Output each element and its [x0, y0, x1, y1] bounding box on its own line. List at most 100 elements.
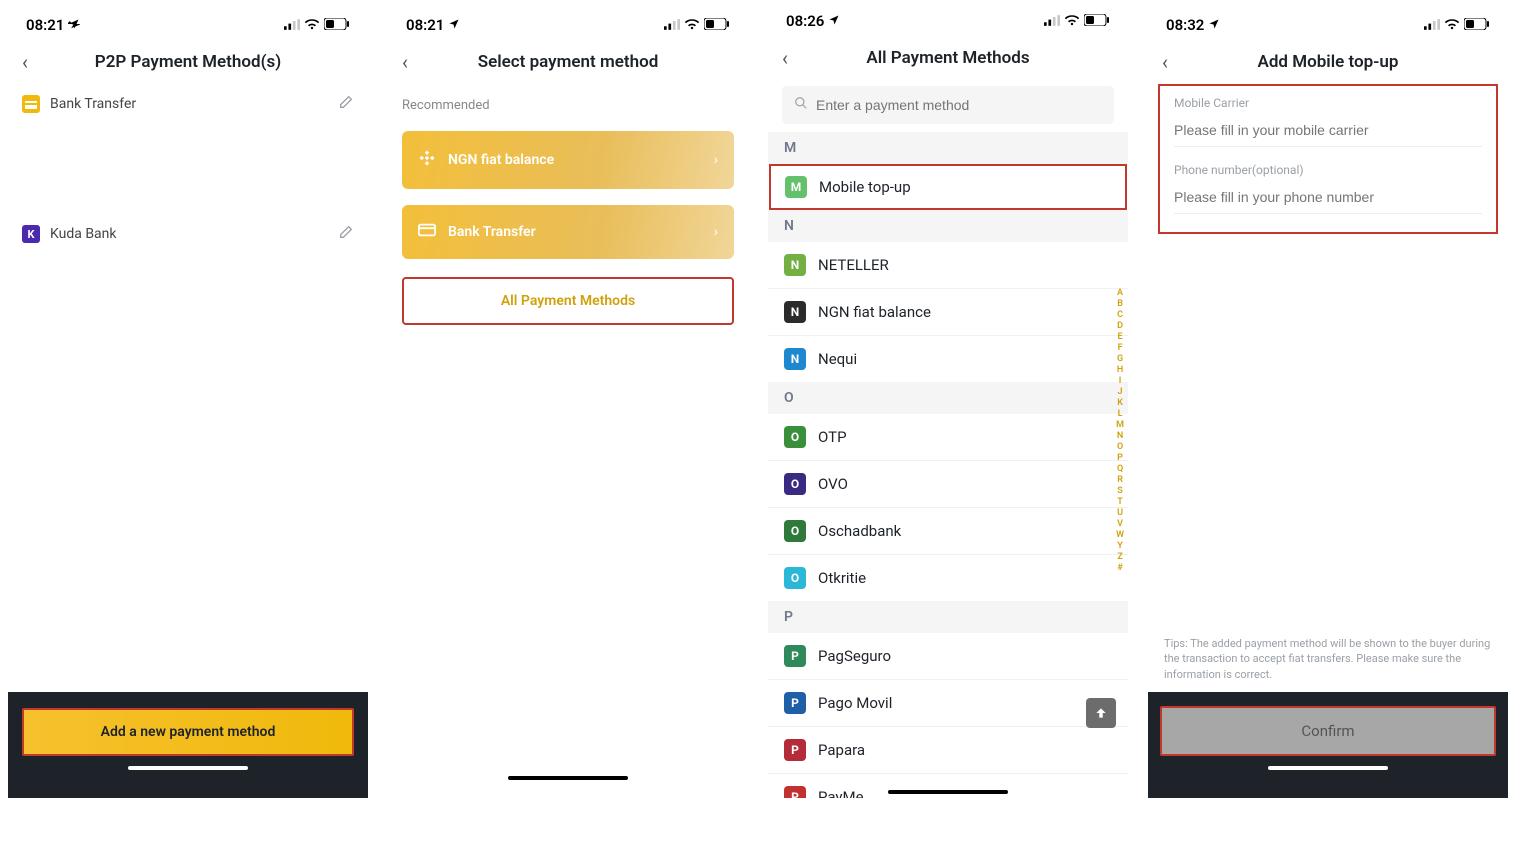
payment-method-label: Kuda Bank	[50, 226, 328, 242]
index-letter[interactable]: P	[1116, 453, 1124, 464]
back-icon[interactable]: ‹	[402, 50, 426, 74]
index-letter[interactable]: S	[1116, 486, 1124, 497]
index-letter[interactable]: K	[1116, 398, 1124, 409]
index-letter[interactable]: O	[1116, 442, 1124, 453]
back-icon[interactable]: ‹	[782, 46, 806, 70]
bottom-bar: Confirm	[1148, 692, 1508, 798]
search-box[interactable]	[782, 86, 1114, 124]
index-letter[interactable]: B	[1116, 299, 1124, 310]
payment-method-icon: M	[785, 176, 807, 198]
payment-method-icon: P	[784, 692, 806, 714]
list-item[interactable]: N Nequi	[768, 335, 1128, 382]
add-payment-method-button[interactable]: Add a new payment method	[22, 708, 354, 756]
alphabet-index[interactable]: ABCDEFGHIJKLMNOPQRSTUVWYZ#	[1116, 288, 1124, 574]
ngn-fiat-balance-card[interactable]: NGN fiat balance ›	[402, 131, 734, 189]
index-letter[interactable]: D	[1116, 321, 1124, 332]
status-time: 08:26	[786, 12, 824, 30]
list-item-label: Mobile top-up	[819, 178, 911, 196]
payment-method-row[interactable]: Bank Transfer	[8, 84, 368, 124]
all-payment-methods-button[interactable]: All Payment Methods	[402, 277, 734, 325]
scroll-top-button[interactable]	[1086, 698, 1116, 728]
payment-method-icon: O	[784, 520, 806, 542]
index-letter[interactable]: Q	[1116, 464, 1124, 475]
header: ‹ Add Mobile top-up	[1148, 40, 1508, 84]
list-item-label: Pago Movil	[818, 694, 892, 712]
list-item[interactable]: M Mobile top-up	[769, 164, 1127, 210]
list-item-label: OTP	[818, 428, 847, 446]
payment-methods-list: MMMobile top-upNNNETELLERNNGN fiat balan…	[768, 132, 1128, 798]
payment-method-icon: N	[784, 348, 806, 370]
index-letter[interactable]: L	[1116, 409, 1124, 420]
field-group: Mobile Carrier	[1160, 90, 1496, 157]
payment-method-icon: P	[784, 786, 806, 798]
wifi-icon	[1064, 12, 1080, 30]
index-letter[interactable]: C	[1116, 310, 1124, 321]
index-letter[interactable]: Y	[1116, 541, 1124, 552]
spacer	[8, 254, 368, 692]
screen-all-payment-methods: 08:26 ‹ All Payment Methods M M Mobile top…	[768, 8, 1128, 798]
index-letter[interactable]: I	[1116, 376, 1124, 387]
list-item[interactable]: OOVO	[768, 460, 1128, 507]
search-input[interactable]	[816, 97, 1102, 113]
index-letter[interactable]: N	[1116, 431, 1124, 442]
edit-icon[interactable]	[338, 94, 354, 114]
bank-transfer-card[interactable]: Bank Transfer ›	[402, 205, 734, 259]
list-item-label: Otkritie	[818, 569, 866, 587]
page-title: All Payment Methods	[768, 48, 1128, 68]
spacer	[1148, 234, 1508, 636]
mobile-carrier-input[interactable]	[1174, 114, 1482, 147]
list-item[interactable]: PPapara	[768, 726, 1128, 773]
list-item[interactable]: P Pago Movil	[768, 679, 1128, 726]
index-letter[interactable]: W	[1116, 530, 1124, 541]
list-item[interactable]: PPagSeguro	[768, 633, 1128, 679]
index-letter[interactable]: G	[1116, 354, 1124, 365]
field-label: Mobile Carrier	[1174, 96, 1482, 110]
payment-method-label: Bank Transfer	[50, 96, 328, 112]
battery-icon	[1464, 16, 1490, 34]
confirm-button[interactable]: Confirm	[1160, 706, 1496, 756]
index-letter[interactable]: F	[1116, 343, 1124, 354]
index-letter[interactable]: T	[1116, 497, 1124, 508]
section-header-P: P	[768, 601, 1128, 633]
back-icon[interactable]: ‹	[1162, 50, 1186, 74]
index-letter[interactable]: V	[1116, 519, 1124, 530]
kuda-icon: K	[22, 225, 40, 243]
status-time: 08:32	[1166, 16, 1204, 34]
list-item[interactable]: NNETELLER	[768, 242, 1128, 288]
list-item[interactable]: NNGN fiat balance	[768, 288, 1128, 335]
index-letter[interactable]: H	[1116, 365, 1124, 376]
payment-method-icon: N	[784, 254, 806, 276]
tips-text: Tips: The added payment method will be s…	[1148, 636, 1508, 692]
back-icon[interactable]: ‹	[22, 50, 46, 74]
list-item[interactable]: OOtkritie	[768, 554, 1128, 601]
index-letter[interactable]: A	[1116, 288, 1124, 299]
payment-method-icon: O	[784, 426, 806, 448]
chevron-right-icon: ›	[714, 152, 718, 168]
home-indicator	[888, 790, 1008, 794]
index-letter[interactable]: E	[1116, 332, 1124, 343]
list-item[interactable]: O OTP	[768, 414, 1128, 460]
payment-method-row[interactable]: K Kuda Bank	[8, 214, 368, 254]
section-header-O: O	[768, 382, 1128, 414]
index-letter[interactable]: U	[1116, 508, 1124, 519]
index-letter[interactable]: R	[1116, 475, 1124, 486]
list-item[interactable]: OOschadbank	[768, 507, 1128, 554]
spacer	[8, 124, 368, 214]
location-icon	[68, 16, 80, 34]
index-letter[interactable]: J	[1116, 387, 1124, 398]
status-bar: 08:21	[8, 8, 368, 40]
battery-icon	[704, 16, 730, 34]
signal-icon	[284, 16, 300, 34]
card-label: Bank Transfer	[448, 224, 536, 240]
search-icon	[794, 96, 808, 114]
edit-icon[interactable]	[338, 224, 354, 244]
payment-method-icon: P	[784, 645, 806, 667]
bank-transfer-icon	[22, 95, 40, 113]
phone-number-input[interactable]	[1174, 181, 1482, 214]
index-letter[interactable]: M	[1116, 420, 1124, 431]
list-item[interactable]: PPayMe	[768, 773, 1128, 798]
index-letter[interactable]: Z	[1116, 552, 1124, 563]
index-letter[interactable]: #	[1116, 563, 1124, 574]
signal-icon	[1424, 16, 1440, 34]
list-item-label: Nequi	[818, 350, 857, 368]
